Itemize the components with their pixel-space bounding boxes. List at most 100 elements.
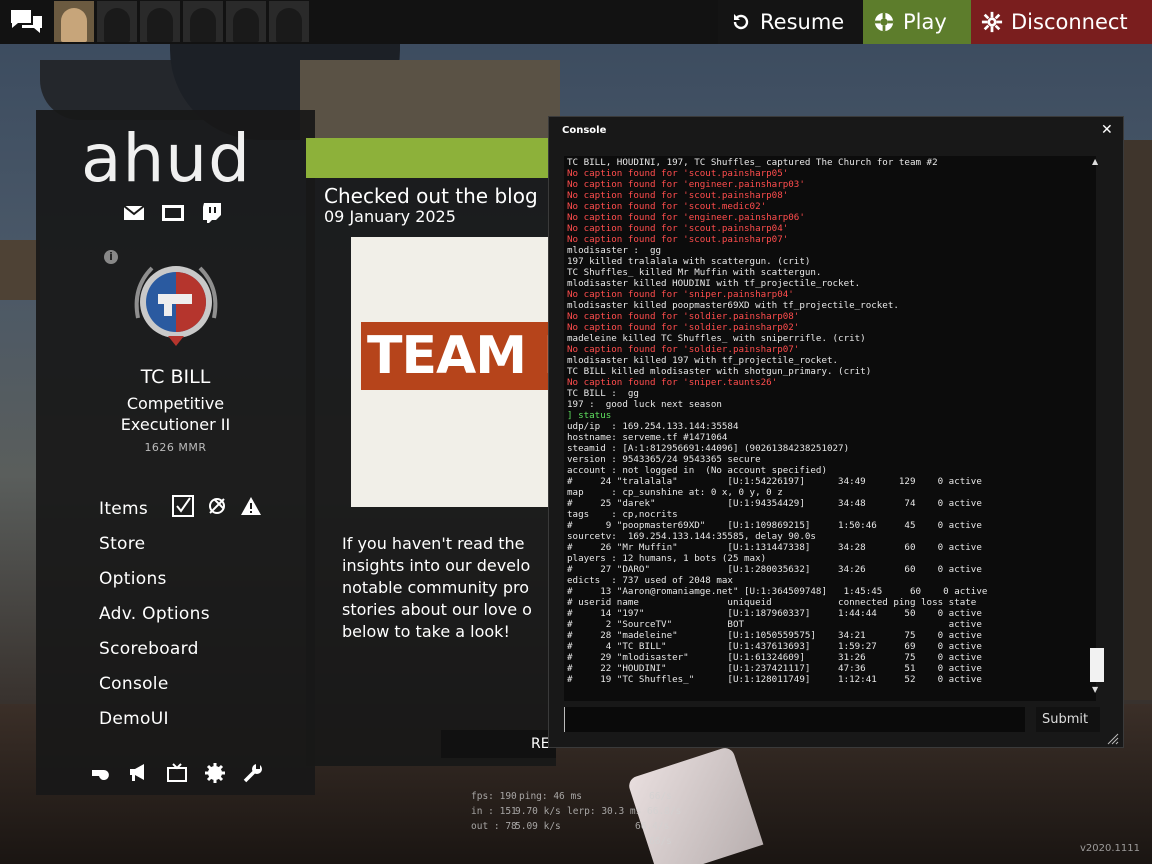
console-line: madeleine killed TC Shuffles_ with snipe… [567, 333, 866, 344]
console-line: mlodisaster killed 197 with tf_projectil… [567, 355, 839, 366]
whistle-icon[interactable] [90, 762, 112, 784]
blog-image: TEAM FO [351, 237, 556, 507]
bottom-toolbar [90, 762, 264, 784]
rank-medal-icon [134, 266, 218, 346]
menu-demoui[interactable]: DemoUI [99, 709, 169, 729]
fps-value: fps: 190 [471, 791, 517, 802]
resume-button[interactable]: Resume [718, 0, 863, 44]
console-line: No caption found for 'scout.medic02' [567, 201, 767, 212]
console-line: No caption found for 'sniper.taunts26' [567, 377, 778, 388]
megaphone-icon[interactable] [128, 762, 150, 784]
console-line: account : not logged in (No account spec… [567, 465, 827, 476]
resize-grip-icon[interactable] [1107, 733, 1119, 745]
mail-icon[interactable] [121, 202, 147, 224]
console-window: Console ✕ TC BILL, HOUDINI, 197, TC Shuf… [548, 116, 1124, 748]
disconnect-button[interactable]: Disconnect [971, 0, 1152, 44]
scroll-down-icon[interactable]: ▼ [1092, 685, 1098, 694]
rate-value: 66/s [649, 791, 672, 802]
gear-burst-icon [981, 11, 1003, 33]
main-menu-panel: ahud i TC BILL Competitive Executioner I… [36, 110, 315, 795]
console-line: # 4 "TC BILL" [U:1:437613693] 1:59:27 69… [567, 641, 982, 652]
empty-avatar-icon [104, 8, 130, 42]
console-line: ] status [567, 410, 612, 421]
menu-scoreboard[interactable]: Scoreboard [99, 639, 199, 659]
chat-bubbles-icon [11, 10, 42, 33]
console-line: No caption found for 'scout.painsharp05' [567, 168, 789, 179]
party-slot-empty[interactable] [269, 1, 309, 42]
blog-body: If you haven't read the insights into ou… [342, 534, 532, 641]
menu-store[interactable]: Store [99, 534, 145, 554]
console-line: # 14 "197" [U:1:187960337] 1:44:44 50 0 … [567, 608, 982, 619]
chat-button[interactable] [6, 4, 46, 40]
top-bar: Resume Play Disconnect [0, 0, 1152, 44]
scroll-thumb[interactable] [1090, 648, 1104, 682]
console-scrollbar[interactable]: ▲ ▼ [1088, 155, 1106, 700]
console-line: # 19 "TC Shuffles_" [U:1:128011749] 1:12… [567, 674, 982, 685]
party-slot-empty[interactable] [183, 1, 223, 42]
console-line: 197 killed tralalala with scattergun. (c… [567, 256, 811, 267]
console-line: mlodisaster : gg [567, 245, 662, 256]
close-icon[interactable]: ✕ [1101, 122, 1113, 138]
console-line: TC BILL killed mlodisaster with shotgun_… [567, 366, 872, 377]
console-line: No caption found for 'scout.painsharp07' [567, 234, 789, 245]
play-button[interactable]: Play [863, 0, 971, 44]
console-line: No caption found for 'soldier.painsharp0… [567, 344, 800, 355]
player-name: TC BILL [140, 366, 211, 388]
console-line: # 9 "poopmaster69XD" [U:1:109869215] 1:5… [567, 520, 982, 531]
gear-icon[interactable] [204, 762, 226, 784]
empty-avatar-icon [233, 8, 259, 42]
hud-logo: ahud [81, 120, 251, 197]
party-slot-empty[interactable] [140, 1, 180, 42]
console-line: No caption found for 'soldier.painsharp0… [567, 322, 800, 333]
blog-panel: Checked out the blog 09 January 2025 TEA… [306, 138, 556, 766]
console-line: sourcetv: 169.254.133.144:35585, delay 9… [567, 531, 816, 542]
menu-console[interactable]: Console [99, 674, 169, 694]
party-slot-empty[interactable] [97, 1, 137, 42]
disconnect-label: Disconnect [1011, 10, 1128, 34]
console-line: # 26 "Mr Muffin" [U:1:131447338] 34:28 6… [567, 542, 982, 553]
submit-button[interactable]: Submit [1036, 707, 1100, 732]
tv-icon[interactable] [166, 762, 188, 784]
info-icon[interactable]: i [104, 250, 118, 264]
checkbox-icon[interactable] [172, 495, 194, 517]
read-more-button[interactable]: READ MORE [441, 730, 556, 758]
empty-avatar-icon [147, 8, 173, 42]
console-line: # 28 "madeleine" [U:1:1050559575] 34:21 … [567, 630, 982, 641]
empty-avatar-icon [276, 8, 302, 42]
tf2-logo: TEAM FO [361, 322, 556, 390]
crafting-icon[interactable] [206, 495, 228, 517]
console-line: No caption found for 'sniper.painsharp04… [567, 289, 794, 300]
twitch-icon[interactable] [199, 202, 225, 224]
console-line: # userid name uniqueid connected ping lo… [567, 597, 977, 608]
console-line: steamid : [A:1:812956691:44096] (9026138… [567, 443, 850, 454]
steam-group-icon[interactable] [160, 202, 186, 224]
resume-label: Resume [760, 10, 845, 34]
console-line: TC Shuffles_ killed Mr Muffin with scatt… [567, 267, 822, 278]
party-slot-self[interactable] [54, 1, 94, 42]
rate-value: 66.8/s [647, 806, 682, 817]
console-title: Console [562, 125, 607, 136]
version-label: v2020.1111 [1080, 843, 1140, 854]
lifebuoy-icon [873, 11, 895, 33]
menu-adv-options[interactable]: Adv. Options [99, 604, 210, 624]
console-line: mlodisaster killed HOUDINI with tf_proje… [567, 278, 861, 289]
rank-name: Competitive Executioner II [36, 393, 315, 435]
console-line: # 29 "mlodisaster" [U:1:61324609] 31:26 … [567, 652, 982, 663]
console-line: # 24 "tralalala" [U:1:54226197] 34:49 12… [567, 476, 982, 487]
console-line: No caption found for 'engineer.painsharp… [567, 212, 805, 223]
out-rate: 5.09 k/s [515, 821, 561, 832]
menu-options[interactable]: Options [99, 569, 167, 589]
console-line: players : 12 humans, 1 bots (25 max) [567, 553, 767, 564]
console-line: hostname: serveme.tf #1471064 [567, 432, 728, 443]
console-line: tags : cp,nocrits [567, 509, 678, 520]
console-line: No caption found for 'soldier.painsharp0… [567, 311, 800, 322]
menu-items[interactable]: Items [99, 499, 148, 519]
wrench-icon[interactable] [242, 762, 264, 784]
in-value: in : 151 [471, 806, 517, 817]
warning-icon[interactable] [240, 496, 262, 516]
console-log: TC BILL, HOUDINI, 197, TC Shuffles_ capt… [564, 156, 1096, 701]
items-shortcuts [172, 495, 262, 517]
scroll-up-icon[interactable]: ▲ [1092, 157, 1098, 166]
party-slot-empty[interactable] [226, 1, 266, 42]
console-input[interactable] [564, 707, 1025, 732]
